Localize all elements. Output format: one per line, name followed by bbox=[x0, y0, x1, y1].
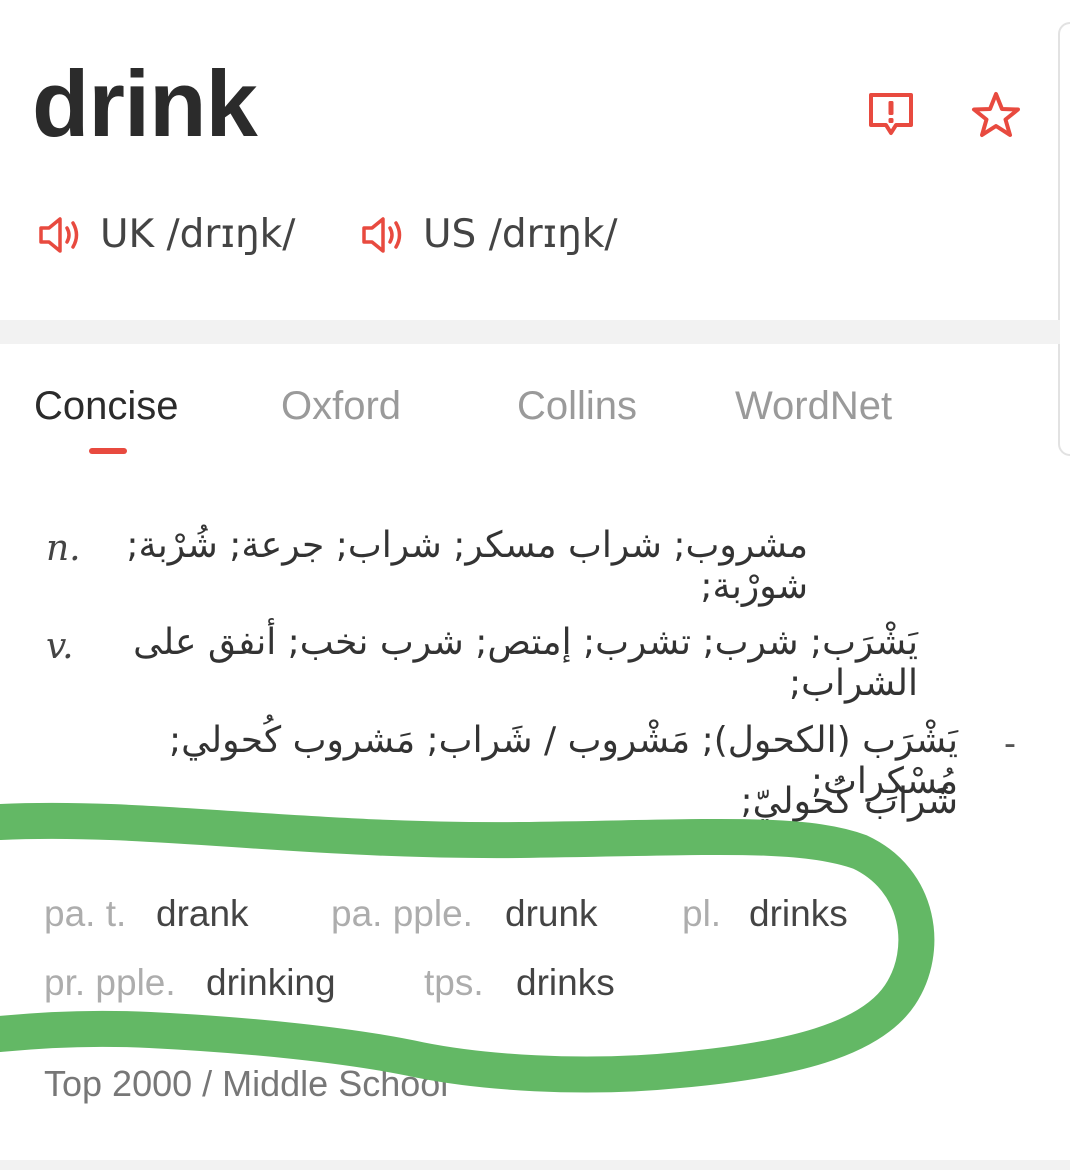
form-value-past-participle[interactable]: drunk bbox=[505, 893, 598, 935]
pronunciation-us[interactable]: US /drɪŋk/ bbox=[361, 212, 618, 257]
scrollbar[interactable] bbox=[1058, 22, 1070, 456]
form-label-third-person: tps. bbox=[424, 962, 484, 1003]
pos-verb: v. bbox=[46, 626, 74, 667]
definition-phrase-line2: شَراب كُحوليّ; bbox=[740, 781, 958, 822]
headword: drink bbox=[32, 51, 258, 156]
star-icon[interactable] bbox=[970, 90, 1020, 140]
tab-wordnet[interactable]: WordNet bbox=[735, 384, 892, 429]
pronunciation-us-text: US /drɪŋk/ bbox=[423, 212, 618, 257]
form-label-past-participle: pa. pple. bbox=[331, 893, 473, 934]
pronunciation-uk[interactable]: UK /drɪŋk/ bbox=[38, 212, 295, 257]
bottom-divider bbox=[0, 1160, 1070, 1170]
form-value-past-tense[interactable]: drank bbox=[156, 893, 249, 935]
pronunciation-uk-text: UK /drɪŋk/ bbox=[100, 212, 296, 257]
tab-concise[interactable]: Concise bbox=[34, 384, 179, 429]
report-icon[interactable] bbox=[866, 90, 916, 140]
definition-noun: مشروب; شراب مسكر; شراب; جرعة; شُرْبة; شو… bbox=[126, 525, 808, 607]
form-value-present-participle[interactable]: drinking bbox=[206, 962, 336, 1004]
word-level: Top 2000 / Middle School bbox=[44, 1063, 449, 1104]
active-tab-indicator bbox=[89, 448, 127, 454]
form-value-third-person[interactable]: drinks bbox=[516, 962, 615, 1004]
section-divider bbox=[0, 320, 1060, 344]
form-label-plural: pl. bbox=[682, 893, 722, 934]
speaker-icon bbox=[362, 216, 402, 253]
form-value-plural[interactable]: drinks bbox=[749, 893, 848, 935]
pos-noun: n. bbox=[46, 528, 81, 569]
tab-collins[interactable]: Collins bbox=[517, 384, 637, 429]
pos-phrase: - bbox=[1004, 722, 1016, 763]
speaker-icon bbox=[39, 216, 79, 253]
form-label-present-participle: pr. pple. bbox=[44, 962, 176, 1003]
definition-verb: يَشْرَب; شرب; تشرب; إمتص; شرب نخب; أنفق … bbox=[133, 622, 918, 704]
tab-oxford[interactable]: Oxford bbox=[281, 384, 401, 429]
form-label-past-tense: pa. t. bbox=[44, 893, 127, 934]
